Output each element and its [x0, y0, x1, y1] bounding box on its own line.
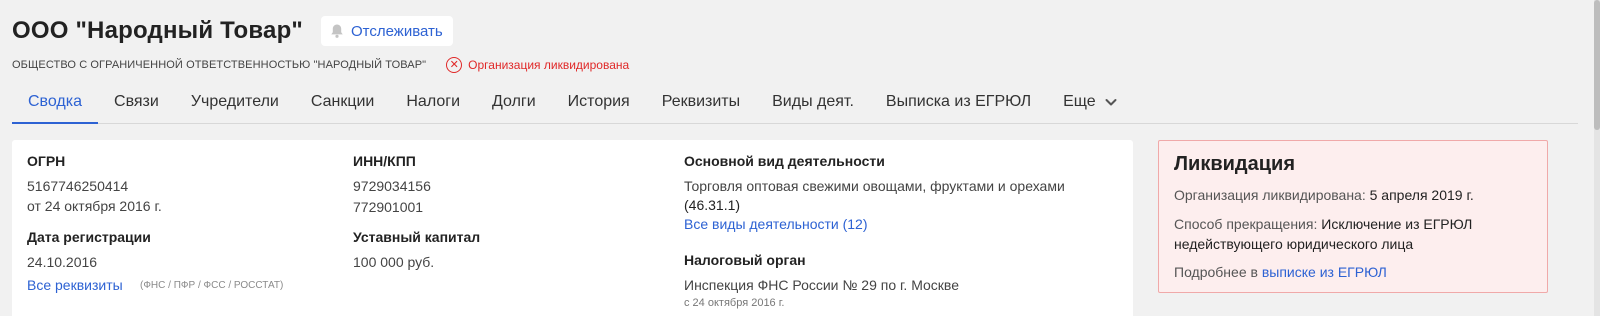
company-title: ООО "Народный Товар" [12, 17, 304, 44]
tax-authority-label: Налоговый орган [684, 252, 806, 268]
track-label: Отслеживать [351, 22, 443, 40]
ogrn-date: от 24 октября 2016 г. [27, 198, 162, 214]
tab-more[interactable]: Еще [1047, 80, 1134, 123]
tax-authority-value: Инспекция ФНС России № 29 по г. Москве [684, 277, 959, 293]
subtitle-row: ОБЩЕСТВО С ОГРАНИЧЕННОЙ ОТВЕТСТВЕННОСТЬЮ… [12, 57, 629, 73]
main-activity-code: (46.31.1) [684, 197, 741, 213]
ogrn-label: ОГРН [27, 153, 66, 169]
track-button[interactable]: Отслеживать [321, 16, 453, 46]
liquidation-title: Ликвидация [1174, 153, 1296, 175]
tab-history[interactable]: История [552, 80, 646, 123]
liquidation-status: ✕ Организация ликвидирована [446, 57, 629, 73]
requisites-sources: (ФНС / ПФР / ФСС / РОССТАТ) [140, 280, 284, 291]
company-page: ООО "Народный Товар" Отслеживать ОБЩЕСТВ… [12, 0, 1580, 316]
kpp-value: 772901001 [353, 199, 424, 215]
main-activity-value: Торговля оптовая свежими овощами, фрукта… [684, 178, 1065, 194]
liquidation-date-value: 5 апреля 2019 г. [1369, 187, 1474, 203]
capital-label: Уставный капитал [353, 229, 481, 245]
tab-links[interactable]: Связи [98, 80, 175, 123]
tab-more-label: Еще [1063, 92, 1096, 110]
termination-method-label: Способ прекращения: [1174, 216, 1318, 232]
x-circle-icon: ✕ [446, 57, 463, 73]
more-info-prefix: Подробнее в [1174, 264, 1258, 280]
main-activity-label: Основной вид деятельности [684, 153, 885, 169]
egrul-extract-link[interactable]: выписке из ЕГРЮЛ [1262, 264, 1387, 280]
tab-sanctions[interactable]: Санкции [295, 80, 391, 123]
ogrn-value: 5167746250414 [27, 178, 129, 194]
tax-authority-date: с 24 октября 2016 г. [684, 297, 785, 309]
registration-date-value: 24.10.2016 [27, 254, 98, 270]
liquidation-status-text: Организация ликвидирована [468, 58, 630, 72]
tab-debts[interactable]: Долги [476, 80, 552, 123]
liquidation-date-line: Организация ликвидирована: 5 апреля 2019… [1174, 185, 1534, 205]
all-requisites-link[interactable]: Все реквизиты [27, 277, 123, 293]
tab-founders[interactable]: Учредители [175, 80, 295, 123]
liquidation-date-label: Организация ликвидирована: [1174, 187, 1366, 203]
scrollbar-thumb[interactable] [1594, 0, 1600, 130]
bell-icon [331, 24, 343, 38]
tab-bar: Сводка Связи Учредители Санкции Налоги Д… [12, 80, 1578, 124]
chevron-down-icon [1105, 98, 1117, 105]
termination-method-line: Способ прекращения: Исключение из ЕГРЮЛ … [1174, 214, 1534, 254]
summary-card: ОГРН 5167746250414 от 24 октября 2016 г.… [12, 140, 1133, 316]
inn-kpp-label: ИНН/КПП [353, 153, 416, 169]
tab-activities[interactable]: Виды деят. [756, 80, 870, 123]
all-activities-link[interactable]: Все виды деятельности (12) [684, 216, 868, 232]
page-scrollbar[interactable] [1594, 0, 1600, 316]
liquidation-card: Ликвидация Организация ликвидирована: 5 … [1158, 140, 1548, 293]
capital-value: 100 000 руб. [353, 254, 435, 270]
registration-date-label: Дата регистрации [27, 229, 151, 245]
inn-value: 9729034156 [353, 178, 431, 194]
tab-summary[interactable]: Сводка [12, 80, 99, 124]
title-row: ООО "Народный Товар" Отслеживать [12, 16, 453, 46]
more-info-line: Подробнее в выписке из ЕГРЮЛ [1174, 262, 1534, 282]
company-full-name: ОБЩЕСТВО С ОГРАНИЧЕННОЙ ОТВЕТСТВЕННОСТЬЮ… [12, 59, 427, 71]
tab-egrul-extract[interactable]: Выписка из ЕГРЮЛ [870, 80, 1047, 123]
tab-requisites[interactable]: Реквизиты [646, 80, 756, 123]
tab-taxes[interactable]: Налоги [390, 80, 476, 123]
